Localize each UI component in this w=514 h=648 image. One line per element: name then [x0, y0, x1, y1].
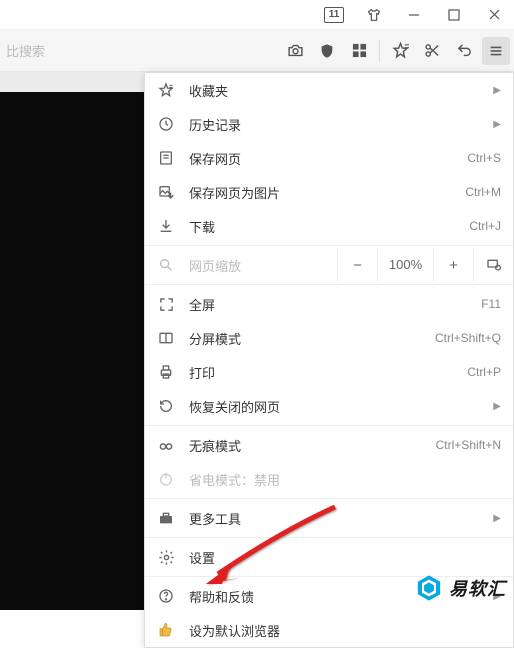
menu-label: 保存网页 [189, 149, 459, 168]
maximize-button[interactable] [434, 0, 474, 30]
watermark-logo-icon [415, 574, 443, 602]
menu-save-page[interactable]: 保存网页 Ctrl+S [145, 141, 513, 175]
incognito-icon [157, 436, 175, 454]
menu-power-save: 省电模式：禁用 [145, 462, 513, 496]
menu-label: 无痕模式 [189, 436, 428, 455]
favorite-icon[interactable] [386, 37, 414, 65]
shield-icon[interactable] [313, 37, 341, 65]
menu-history[interactable]: 历史记录 ▶ [145, 107, 513, 141]
menu-label: 省电模式：禁用 [189, 470, 501, 489]
tshirt-icon[interactable] [354, 0, 394, 30]
grid-icon[interactable] [345, 37, 373, 65]
tab-count-badge[interactable]: 11 [314, 0, 354, 30]
menu-label: 历史记录 [189, 115, 485, 134]
menu-separator [145, 245, 513, 246]
zoom-label: 网页缩放 [189, 256, 337, 275]
gear-icon [157, 548, 175, 566]
menu-separator [145, 425, 513, 426]
menu-zoom: 网页缩放 − 100% + [145, 248, 513, 282]
power-icon [157, 470, 175, 488]
download-icon [157, 217, 175, 235]
menu-label: 下载 [189, 217, 461, 236]
menu-incognito[interactable]: 无痕模式 Ctrl+Shift+N [145, 428, 513, 462]
shortcut: Ctrl+J [469, 219, 501, 233]
search-input[interactable]: 比搜索 [0, 41, 281, 60]
menu-downloads[interactable]: 下载 Ctrl+J [145, 209, 513, 243]
menu-button[interactable] [482, 37, 510, 65]
zoom-in-button[interactable]: + [433, 248, 473, 282]
split-icon [157, 329, 175, 347]
menu-favorites[interactable]: 收藏夹 ▶ [145, 73, 513, 107]
chevron-right-icon: ▶ [493, 85, 501, 96]
menu-label: 打印 [189, 363, 459, 382]
menu-label: 保存网页为图片 [189, 183, 457, 202]
shortcut: Ctrl+M [465, 185, 501, 199]
camera-icon[interactable] [281, 37, 309, 65]
shortcut: F11 [481, 297, 501, 311]
shortcut: Ctrl+Shift+Q [435, 331, 501, 345]
save-image-icon [157, 183, 175, 201]
watermark-text: 易软汇 [449, 575, 506, 601]
menu-more-tools[interactable]: 更多工具 ▶ [145, 501, 513, 535]
content-area: 收藏夹 ▶ 历史记录 ▶ 保存网页 Ctrl+S 保存网页为图片 Ctrl+M … [0, 72, 514, 610]
help-icon [157, 587, 175, 605]
print-icon [157, 363, 175, 381]
chevron-right-icon: ▶ [493, 401, 501, 412]
shortcut: Ctrl+S [467, 151, 501, 165]
restore-icon [157, 397, 175, 415]
chevron-right-icon: ▶ [493, 119, 501, 130]
menu-label: 恢复关闭的网页 [189, 397, 485, 416]
thumbs-up-icon [157, 621, 175, 639]
main-menu: 收藏夹 ▶ 历史记录 ▶ 保存网页 Ctrl+S 保存网页为图片 Ctrl+M … [144, 72, 514, 648]
menu-label: 设为默认浏览器 [189, 621, 501, 640]
star-icon [157, 81, 175, 99]
chevron-right-icon: ▶ [493, 513, 501, 524]
zoom-value: 100% [377, 248, 433, 282]
tab-count: 11 [324, 7, 345, 23]
shortcut: Ctrl+P [467, 365, 501, 379]
toolbox-icon [157, 509, 175, 527]
toolbar: 比搜索 [0, 30, 514, 72]
menu-print[interactable]: 打印 Ctrl+P [145, 355, 513, 389]
undo-icon[interactable] [450, 37, 478, 65]
shortcut: Ctrl+Shift+N [436, 438, 501, 452]
close-button[interactable] [474, 0, 514, 30]
clock-icon [157, 115, 175, 133]
menu-restore[interactable]: 恢复关闭的网页 ▶ [145, 389, 513, 423]
fullscreen-icon [157, 295, 175, 313]
menu-label: 收藏夹 [189, 81, 485, 100]
menu-label: 分屏模式 [189, 329, 427, 348]
menu-fullscreen[interactable]: 全屏 F11 [145, 287, 513, 321]
menu-save-image[interactable]: 保存网页为图片 Ctrl+M [145, 175, 513, 209]
zoom-settings-button[interactable] [473, 248, 513, 282]
zoom-icon [157, 256, 175, 274]
save-page-icon [157, 149, 175, 167]
menu-label: 全屏 [189, 295, 473, 314]
page-content-dark [0, 92, 144, 610]
menu-label: 设置 [189, 548, 501, 567]
menu-default-browser[interactable]: 设为默认浏览器 [145, 613, 513, 647]
menu-split[interactable]: 分屏模式 Ctrl+Shift+Q [145, 321, 513, 355]
minimize-button[interactable] [394, 0, 434, 30]
menu-separator [145, 537, 513, 538]
window-controls: 11 [0, 0, 514, 30]
menu-separator [145, 284, 513, 285]
menu-settings[interactable]: 设置 [145, 540, 513, 574]
menu-separator [145, 498, 513, 499]
zoom-out-button[interactable]: − [337, 248, 377, 282]
menu-label: 更多工具 [189, 509, 485, 528]
scissors-icon[interactable] [418, 37, 446, 65]
watermark: 易软汇 [415, 574, 506, 602]
